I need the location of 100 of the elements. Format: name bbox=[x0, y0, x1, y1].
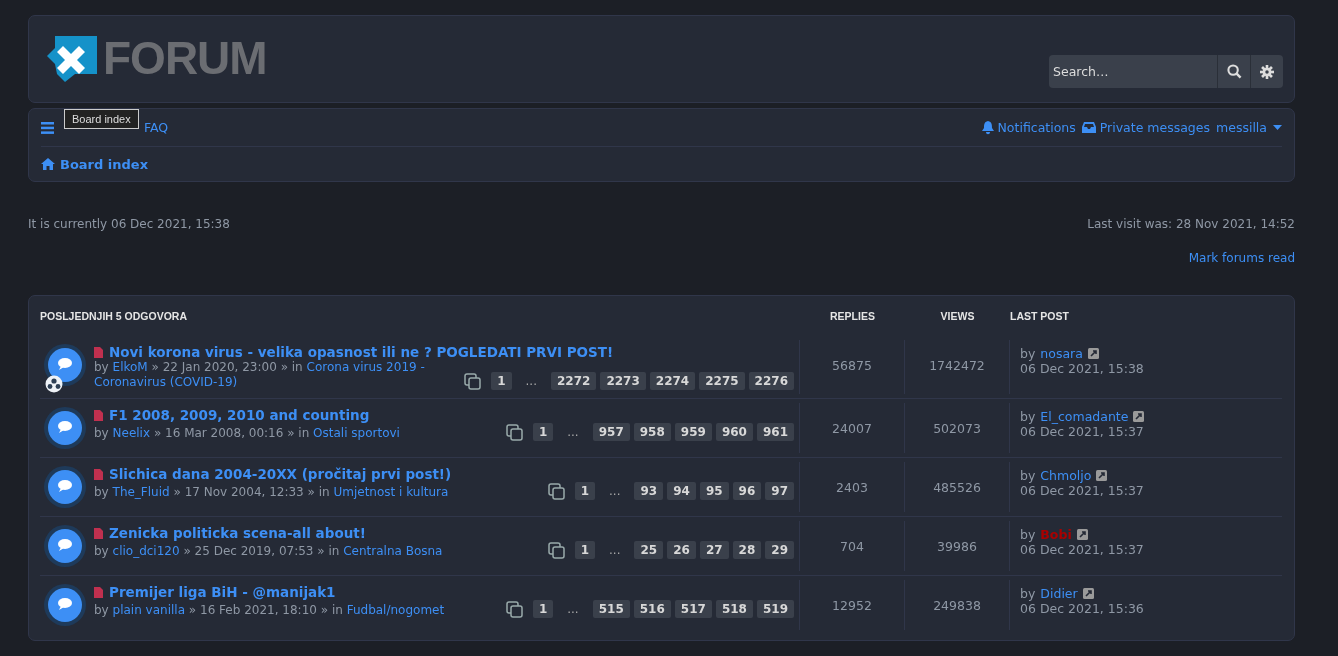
caret-icon[interactable] bbox=[1273, 125, 1282, 130]
page-link[interactable]: 2273 bbox=[600, 372, 646, 390]
topic-icon bbox=[44, 344, 86, 386]
replies-count: 12952 bbox=[800, 580, 905, 630]
page-link[interactable]: 96 bbox=[732, 482, 762, 500]
go-to-post-icon[interactable] bbox=[1087, 348, 1099, 359]
last-post-by: by bbox=[1020, 346, 1036, 361]
page-link[interactable]: 94 bbox=[667, 482, 696, 500]
last-post-date: 06 Dec 2021, 15:37 bbox=[1020, 424, 1145, 439]
home-icon[interactable] bbox=[41, 158, 55, 170]
column-header: LAST POST bbox=[1010, 310, 1070, 322]
page-link[interactable]: 2276 bbox=[748, 372, 794, 390]
search-icon[interactable] bbox=[1226, 64, 1242, 79]
last-post-by: by bbox=[1020, 527, 1036, 542]
page-link[interactable]: 1 bbox=[532, 600, 554, 618]
page-link[interactable]: 1 bbox=[532, 423, 554, 441]
ellipsis: ... bbox=[566, 602, 580, 616]
topic-icon bbox=[44, 407, 86, 449]
page-link[interactable]: 957 bbox=[592, 423, 630, 441]
page-link[interactable]: 1 bbox=[574, 541, 596, 559]
page-link[interactable]: 95 bbox=[699, 482, 729, 500]
go-to-post-icon[interactable] bbox=[1076, 529, 1088, 540]
settings-icon[interactable] bbox=[1260, 64, 1274, 79]
tooltip: Board index bbox=[64, 109, 139, 129]
ellipsis: ... bbox=[566, 425, 580, 439]
topic-meta: by ElkoM » 22 Jan 2020, 23:00 » in Corona virus 2019 - Coronavirus (COVID-19) bbox=[94, 360, 426, 390]
document-icon bbox=[94, 527, 103, 539]
column-header: POSLJEDNJIH 5 ODGOVORA bbox=[40, 310, 189, 322]
last-post-by: by bbox=[1020, 468, 1036, 483]
topic-meta: by Neelix » 16 Mar 2008, 00:16 » in Ostali sportovi bbox=[94, 426, 400, 441]
ellipsis: ... bbox=[524, 374, 538, 388]
board-index-link[interactable]: Board index bbox=[41, 156, 149, 172]
topic-icon bbox=[44, 525, 86, 567]
page-link[interactable]: 516 bbox=[633, 600, 671, 618]
last-post-by: by bbox=[1020, 409, 1036, 424]
last-post-author[interactable]: nosara bbox=[1040, 346, 1083, 361]
last-post-author[interactable]: El_comadante bbox=[1040, 409, 1129, 424]
private-messages-link[interactable]: Private messages bbox=[1081, 120, 1210, 135]
page-link[interactable]: 2272 bbox=[550, 372, 597, 390]
page-link[interactable]: 93 bbox=[634, 482, 664, 500]
page-link[interactable]: 518 bbox=[715, 600, 753, 618]
topic-meta: by The_Fluid » 17 Nov 2004, 12:33 » in Umjetnost i kultura bbox=[94, 485, 449, 500]
search-button[interactable] bbox=[1217, 55, 1250, 88]
views-count: 39986 bbox=[905, 521, 1010, 571]
pages-icon bbox=[464, 372, 482, 390]
page-link[interactable]: 960 bbox=[715, 423, 753, 441]
page-link[interactable]: 961 bbox=[756, 423, 794, 441]
views-count: 249838 bbox=[905, 580, 1010, 630]
page-link[interactable]: 97 bbox=[765, 482, 794, 500]
page-link[interactable]: 2274 bbox=[649, 372, 696, 390]
topic-title-link[interactable]: Slichica dana 2004-20XX (pročitaj prvi post!) bbox=[109, 466, 452, 482]
page-link[interactable]: 959 bbox=[674, 423, 712, 441]
page-link[interactable]: 27 bbox=[699, 541, 729, 559]
document-icon bbox=[94, 346, 103, 358]
topic-title-link[interactable]: F1 2008, 2009, 2010 and counting bbox=[109, 407, 370, 423]
page-link[interactable]: 29 bbox=[765, 541, 794, 559]
ellipsis: ... bbox=[608, 484, 622, 498]
topic-meta: by clio_dci120 » 25 Dec 2019, 07:53 » in Centralna Bosna bbox=[94, 544, 443, 559]
document-icon bbox=[94, 468, 103, 480]
last-post-by: by bbox=[1020, 586, 1036, 601]
bell-icon[interactable] bbox=[981, 120, 994, 135]
page-link[interactable]: 25 bbox=[634, 541, 664, 559]
replies-count: 2403 bbox=[800, 462, 905, 512]
inbox-icon[interactable] bbox=[1081, 122, 1096, 133]
last-post-author[interactable]: Chmoljo bbox=[1040, 468, 1092, 483]
go-to-post-icon[interactable] bbox=[1096, 470, 1108, 481]
last-post-author[interactable]: Didier bbox=[1040, 586, 1078, 601]
topic-icon bbox=[44, 466, 86, 508]
page-link[interactable]: 28 bbox=[732, 541, 762, 559]
go-to-post-icon[interactable] bbox=[1133, 411, 1145, 422]
page-link[interactable]: 1 bbox=[491, 372, 512, 390]
replies-count: 24007 bbox=[800, 403, 905, 453]
settings-button[interactable] bbox=[1250, 55, 1283, 88]
faq-link[interactable]: FAQ bbox=[144, 120, 169, 135]
pages-icon bbox=[547, 541, 565, 559]
page-link[interactable]: 517 bbox=[674, 600, 712, 618]
page-link[interactable]: 519 bbox=[756, 600, 794, 618]
notifications-link[interactable]: Notifications bbox=[981, 120, 1076, 135]
topic-title-link[interactable]: Zenicka politicka scena-all about! bbox=[109, 525, 366, 541]
topic-title-link[interactable]: Premijer liga BiH - @manijak1 bbox=[109, 584, 336, 600]
page-link[interactable]: 1 bbox=[574, 482, 596, 500]
document-icon bbox=[94, 409, 103, 421]
search-field[interactable]: Search… bbox=[1049, 55, 1217, 88]
replies-count: 56875 bbox=[800, 340, 905, 394]
user-menu[interactable]: messilla bbox=[1216, 120, 1282, 135]
last-post-date: 06 Dec 2021, 15:37 bbox=[1020, 483, 1145, 498]
pages-icon bbox=[505, 423, 523, 441]
last-post-date: 06 Dec 2021, 15:37 bbox=[1020, 542, 1145, 557]
page-link[interactable]: 958 bbox=[633, 423, 671, 441]
views-count: 485526 bbox=[905, 462, 1010, 512]
current-time: It is currently 06 Dec 2021, 15:38 bbox=[28, 217, 230, 231]
mark-forums-read-link[interactable]: Mark forums read bbox=[1188, 251, 1295, 265]
column-header: REPLIES bbox=[829, 310, 876, 322]
column-header: VIEWS bbox=[939, 310, 976, 322]
topic-title-link[interactable]: Novi korona virus - velika opasnost ili ne ? POGLEDATI PRVI POST! bbox=[109, 344, 614, 360]
menu-icon[interactable] bbox=[41, 121, 54, 134]
go-to-post-icon[interactable] bbox=[1082, 588, 1094, 599]
page-link[interactable]: 2275 bbox=[699, 372, 745, 390]
page-link[interactable]: 26 bbox=[667, 541, 696, 559]
page-link[interactable]: 515 bbox=[592, 600, 630, 618]
